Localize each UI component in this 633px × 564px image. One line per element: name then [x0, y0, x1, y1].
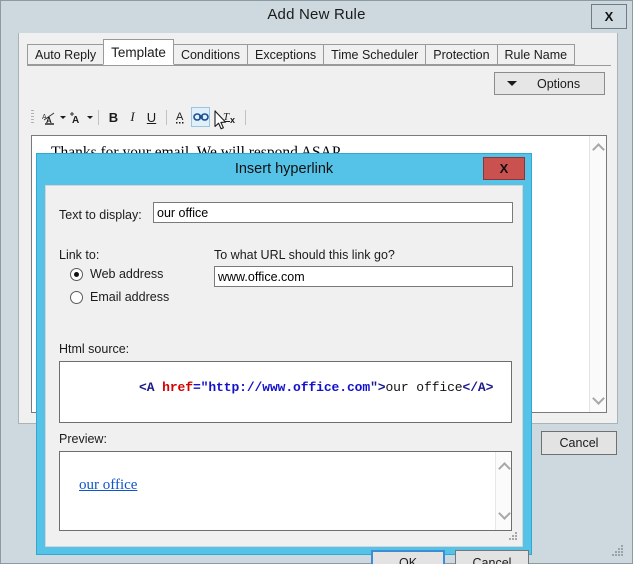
editor-scrollbar[interactable] [589, 136, 606, 412]
tab-time-scheduler[interactable]: Time Scheduler [323, 44, 427, 65]
insert-hyperlink-dialog: Insert hyperlink X Text to display: Link… [36, 153, 532, 564]
url-question-label: To what URL should this link go? [214, 248, 395, 262]
html-source-label: Html source: [59, 342, 130, 356]
dialog-ok-button[interactable]: OK [371, 550, 445, 564]
tab-conditions[interactable]: Conditions [172, 44, 249, 65]
font-color-dropdown-icon[interactable] [87, 115, 93, 119]
preview-scrollbar[interactable] [495, 452, 511, 530]
code-token-value: ="http://www.office.com [192, 380, 371, 395]
url-input[interactable] [214, 266, 513, 287]
svg-text:x: x [230, 115, 235, 125]
chevron-down-icon [507, 81, 517, 86]
svg-text:A: A [176, 111, 184, 123]
highlight-color-icon[interactable]: A A [39, 107, 58, 127]
tab-rule-name[interactable]: Rule Name [496, 44, 576, 65]
font-color-icon[interactable]: A [66, 107, 85, 127]
toolbar-separator [215, 109, 216, 125]
screen: Add New Rule X Auto Reply Template Condi… [0, 0, 633, 564]
window-close-button[interactable]: X [591, 4, 627, 29]
toolbar-separator [166, 109, 167, 125]
tab-template[interactable]: Template [103, 39, 174, 65]
insert-link-icon[interactable] [191, 107, 210, 127]
dialog-close-button[interactable]: X [483, 157, 525, 180]
preview-pane: our office [59, 451, 512, 531]
link-to-label: Link to: [59, 248, 100, 262]
code-token-inner-text: our office [385, 380, 463, 395]
dialog-content: Text to display: Link to: Web address Em… [45, 185, 529, 564]
radio-web-address-indicator[interactable] [70, 267, 83, 281]
scroll-up-icon[interactable] [592, 143, 605, 156]
options-button-label: Options [537, 76, 581, 91]
window-titlebar: Add New Rule X [1, 1, 632, 33]
dialog-cancel-button[interactable]: Cancel [455, 550, 529, 564]
preview-label: Preview: [59, 432, 107, 446]
bold-icon[interactable]: B [104, 107, 123, 127]
clear-formatting-icon[interactable]: T x [221, 107, 240, 127]
scroll-down-icon[interactable] [498, 507, 511, 520]
radio-email-address-indicator[interactable] [70, 290, 83, 304]
tab-auto-reply[interactable]: Auto Reply [27, 44, 105, 65]
window-title: Add New Rule [267, 6, 366, 23]
html-source-code: <A href="http://www.office.com">our offi… [62, 365, 493, 410]
radio-web-address[interactable]: Web address [70, 267, 163, 281]
code-token-attribute: href [162, 380, 193, 395]
code-token-tag-close: </A> [462, 380, 494, 395]
code-token-tag-end: "> [370, 380, 386, 395]
window-resize-grip[interactable] [612, 545, 624, 557]
scroll-up-icon[interactable] [498, 462, 511, 475]
text-to-display-input[interactable] [153, 202, 513, 223]
spelling-check-icon[interactable]: A [172, 107, 191, 127]
radio-email-address[interactable]: Email address [70, 290, 169, 304]
tab-strip: Auto Reply Template Conditions Exception… [27, 39, 611, 66]
tab-exceptions[interactable]: Exceptions [247, 44, 325, 65]
window-cancel-button[interactable]: Cancel [541, 431, 617, 455]
tab-protection[interactable]: Protection [425, 44, 498, 65]
preview-hyperlink[interactable]: our office [79, 477, 137, 494]
options-button[interactable]: Options [494, 72, 605, 95]
italic-icon[interactable]: I [123, 107, 142, 127]
svg-text:A: A [72, 115, 79, 125]
text-to-display-label: Text to display: [59, 208, 142, 222]
toolbar-drag-handle[interactable] [31, 109, 34, 125]
radio-email-address-label: Email address [90, 290, 170, 304]
html-source-textarea[interactable]: <A href="http://www.office.com">our offi… [59, 361, 512, 423]
code-token-tag-open: <A [139, 380, 163, 395]
scroll-down-icon[interactable] [592, 392, 605, 405]
toolbar-separator [98, 109, 99, 125]
dialog-title: Insert hyperlink [234, 161, 334, 177]
underline-icon[interactable]: U [142, 107, 161, 127]
radio-web-address-label: Web address [90, 267, 164, 281]
formatting-toolbar: A A A B I U A T x [31, 105, 607, 129]
dialog-resize-grip[interactable] [507, 532, 518, 543]
toolbar-separator [245, 109, 246, 125]
